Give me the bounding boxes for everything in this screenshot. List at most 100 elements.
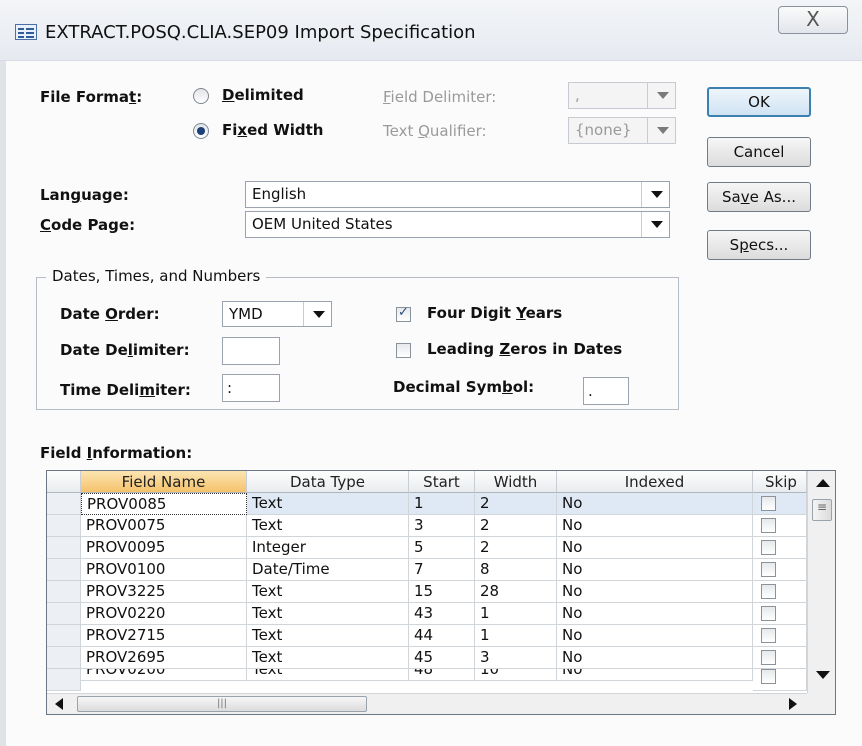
delimited-label[interactable]: Delimited	[222, 86, 304, 104]
cell-indexed[interactable]: No	[557, 625, 753, 647]
vertical-scrollbar[interactable]	[807, 471, 835, 693]
chevron-down-icon[interactable]	[641, 212, 669, 237]
column-header-width[interactable]: Width	[475, 471, 557, 493]
cell-indexed[interactable]: No	[557, 493, 753, 515]
cell-skip[interactable]	[753, 669, 807, 691]
cell-field-name[interactable]: PROV0085	[81, 493, 247, 515]
cell-indexed[interactable]: No	[557, 515, 753, 537]
cell-start[interactable]: 1	[409, 493, 475, 515]
cell-skip[interactable]	[753, 625, 807, 647]
cell-skip[interactable]	[753, 515, 807, 537]
column-header-data-type[interactable]: Data Type	[247, 471, 409, 493]
cell-data-type[interactable]: Text	[247, 669, 409, 681]
time-delimiter-input[interactable]: :	[222, 374, 280, 402]
cell-data-type[interactable]: Text	[247, 625, 409, 647]
fixed-width-label[interactable]: Fixed Width	[222, 121, 323, 139]
cell-indexed[interactable]: No	[557, 669, 753, 681]
delimited-radio-circle[interactable]	[193, 88, 209, 104]
cell-field-name[interactable]: PROV2695	[81, 647, 247, 669]
cell-field-name[interactable]: PROV3225	[81, 581, 247, 603]
table-row[interactable]: PROV0220 Text 43 1 No	[47, 603, 807, 625]
scroll-up-arrow-icon[interactable]	[816, 479, 830, 487]
skip-checkbox[interactable]	[761, 606, 776, 621]
row-selector[interactable]	[47, 493, 81, 515]
chevron-down-icon[interactable]	[641, 182, 669, 207]
table-row[interactable]: PROV0095 Integer 5 2 No	[47, 537, 807, 559]
cell-indexed[interactable]: No	[557, 559, 753, 581]
row-selector[interactable]	[47, 603, 81, 625]
vertical-scroll-thumb[interactable]	[812, 499, 832, 521]
row-selector[interactable]	[47, 537, 81, 559]
skip-checkbox[interactable]	[761, 496, 776, 511]
cell-indexed[interactable]: No	[557, 603, 753, 625]
cell-width[interactable]: 2	[475, 493, 557, 515]
field-delimiter-select[interactable]: ,	[568, 82, 676, 109]
field-information-grid[interactable]: Field Name Data Type Start Width Indexed…	[46, 470, 836, 715]
table-row[interactable]: PROV0100 Date/Time 7 8 No	[47, 559, 807, 581]
cell-width[interactable]: 8	[475, 559, 557, 581]
cell-field-name[interactable]: PROV0220	[81, 603, 247, 625]
specs-button[interactable]: Specs...	[707, 230, 811, 260]
skip-checkbox[interactable]	[761, 518, 776, 533]
skip-checkbox[interactable]	[761, 562, 776, 577]
cell-data-type[interactable]: Date/Time	[247, 559, 409, 581]
cell-width[interactable]: 2	[475, 515, 557, 537]
cell-field-name[interactable]: PROV0100	[81, 559, 247, 581]
column-header-skip[interactable]: Skip	[753, 471, 807, 493]
horizontal-scrollbar[interactable]: |||	[47, 693, 807, 714]
horizontal-scroll-thumb[interactable]: |||	[77, 696, 367, 712]
skip-checkbox[interactable]	[761, 584, 776, 599]
cell-field-name[interactable]: PROV0200	[81, 669, 247, 681]
scroll-down-arrow-icon[interactable]	[816, 671, 830, 679]
cell-width[interactable]: 2	[475, 537, 557, 559]
column-header-indexed[interactable]: Indexed	[557, 471, 753, 493]
ok-button[interactable]: OK	[707, 87, 811, 117]
row-selector[interactable]	[47, 647, 81, 669]
cell-data-type[interactable]: Text	[247, 515, 409, 537]
column-header-field-name[interactable]: Field Name	[81, 471, 247, 493]
scroll-right-arrow-icon[interactable]	[789, 698, 797, 710]
skip-checkbox[interactable]	[761, 628, 776, 643]
cell-width[interactable]: 1	[475, 603, 557, 625]
cell-start[interactable]: 43	[409, 603, 475, 625]
cell-data-type[interactable]: Text	[247, 647, 409, 669]
cell-indexed[interactable]: No	[557, 537, 753, 559]
fixed-width-radio-circle[interactable]	[193, 123, 209, 139]
scroll-left-arrow-icon[interactable]	[55, 698, 63, 710]
table-row[interactable]: PROV2695 Text 45 3 No	[47, 647, 807, 669]
four-digit-years-checkbox[interactable]	[396, 305, 411, 322]
text-qualifier-select[interactable]: {none}	[568, 117, 676, 144]
chevron-down-icon[interactable]	[647, 118, 675, 143]
cell-skip[interactable]	[753, 493, 807, 515]
cell-skip[interactable]	[753, 603, 807, 625]
language-select[interactable]: English	[245, 181, 670, 208]
skip-checkbox[interactable]	[761, 669, 776, 684]
row-selector[interactable]	[47, 669, 81, 691]
cell-skip[interactable]	[753, 647, 807, 669]
save-as-button[interactable]: Save As...	[707, 182, 811, 212]
cell-start[interactable]: 48	[409, 669, 475, 681]
leading-zeros-label[interactable]: Leading Zeros in Dates	[427, 340, 622, 358]
cell-indexed[interactable]: No	[557, 581, 753, 603]
cell-indexed[interactable]: No	[557, 647, 753, 669]
column-header-start[interactable]: Start	[409, 471, 475, 493]
cell-width[interactable]: 3	[475, 647, 557, 669]
cell-field-name[interactable]: PROV2715	[81, 625, 247, 647]
cell-start[interactable]: 5	[409, 537, 475, 559]
cell-start[interactable]: 45	[409, 647, 475, 669]
skip-checkbox[interactable]	[761, 650, 776, 665]
cell-data-type[interactable]: Text	[247, 581, 409, 603]
decimal-symbol-input[interactable]: .	[583, 377, 629, 405]
chevron-down-icon[interactable]	[647, 83, 675, 108]
cell-field-name[interactable]: PROV0075	[81, 515, 247, 537]
cell-skip[interactable]	[753, 581, 807, 603]
cancel-button[interactable]: Cancel	[707, 137, 811, 167]
cell-start[interactable]: 7	[409, 559, 475, 581]
row-selector[interactable]	[47, 625, 81, 647]
table-row[interactable]: PROV0200 Text 48 10 No	[47, 669, 807, 693]
table-row[interactable]: PROV0075 Text 3 2 No	[47, 515, 807, 537]
table-row[interactable]: PROV0085 Text 1 2 No	[47, 493, 807, 515]
cell-start[interactable]: 15	[409, 581, 475, 603]
table-row[interactable]: PROV3225 Text 15 28 No	[47, 581, 807, 603]
date-delimiter-input[interactable]	[222, 337, 280, 365]
